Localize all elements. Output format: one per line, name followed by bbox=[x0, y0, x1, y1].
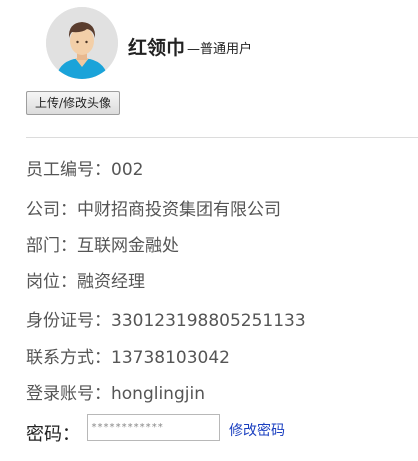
employee-id-value: 002 bbox=[111, 160, 144, 180]
company-value: 中财招商投资集团有限公司 bbox=[77, 200, 281, 220]
company-row: 公司：中财招商投资集团有限公司 bbox=[26, 195, 281, 220]
user-role: —普通用户 bbox=[187, 42, 253, 57]
account-value: honglingjin bbox=[111, 384, 205, 404]
department-row: 部门：互联网金融处 bbox=[26, 231, 179, 256]
employee-id-label: 员工编号： bbox=[26, 160, 111, 180]
position-label: 岗位： bbox=[26, 272, 77, 292]
contact-value: 13738103042 bbox=[111, 348, 230, 368]
password-field[interactable] bbox=[87, 414, 220, 441]
divider bbox=[26, 137, 418, 138]
department-label: 部门： bbox=[26, 236, 77, 256]
department-value: 互联网金融处 bbox=[77, 236, 179, 256]
change-password-link[interactable]: 修改密码 bbox=[229, 420, 285, 440]
contact-row: 联系方式：13738103042 bbox=[26, 343, 230, 368]
account-label: 登录账号： bbox=[26, 384, 111, 404]
user-name: 红领巾 bbox=[128, 37, 186, 59]
employee-id-row: 员工编号：002 bbox=[26, 155, 143, 180]
user-avatar-icon bbox=[46, 7, 118, 79]
id-number-value: 330123198805251133 bbox=[111, 311, 306, 331]
position-row: 岗位：融资经理 bbox=[26, 267, 145, 292]
id-number-label: 身份证号： bbox=[26, 311, 111, 331]
password-label: 密码： bbox=[26, 424, 80, 445]
id-number-row: 身份证号：330123198805251133 bbox=[26, 306, 306, 331]
contact-label: 联系方式： bbox=[26, 348, 111, 368]
upload-avatar-button[interactable]: 上传/修改头像 bbox=[26, 91, 121, 115]
account-row: 登录账号：honglingjin bbox=[26, 379, 205, 404]
position-value: 融资经理 bbox=[77, 272, 145, 292]
avatar[interactable] bbox=[46, 7, 118, 79]
profile-page: 红领巾 —普通用户 上传/修改头像 员工编号：002 公司：中财招商投资集团有限… bbox=[0, 0, 418, 461]
company-label: 公司： bbox=[26, 200, 77, 220]
